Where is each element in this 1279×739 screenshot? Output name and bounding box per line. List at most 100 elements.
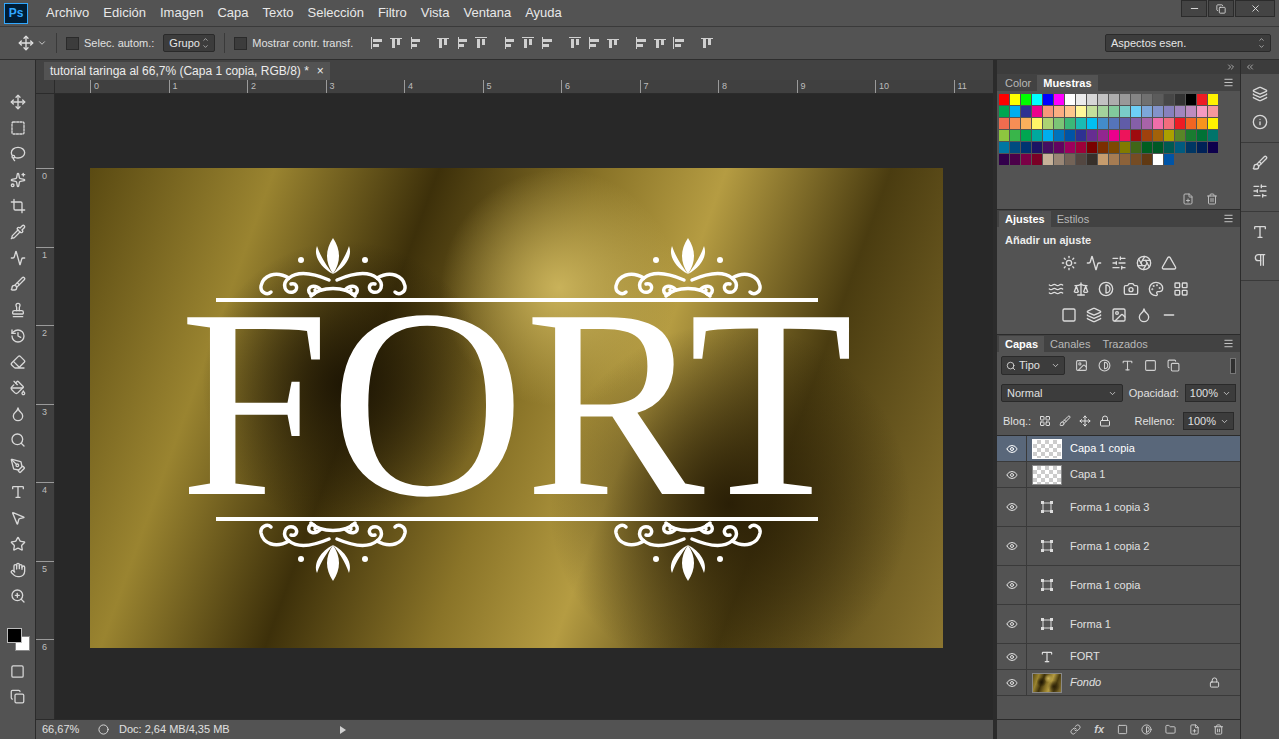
- adjustment-icon[interactable]: [1173, 281, 1189, 297]
- swatch[interactable]: [1120, 130, 1130, 141]
- align-icon[interactable]: [436, 36, 450, 50]
- tool-icon[interactable]: [10, 354, 26, 370]
- tool-icon[interactable]: [10, 458, 26, 474]
- swatch[interactable]: [1087, 154, 1097, 165]
- align-icon[interactable]: [653, 36, 667, 50]
- swatch[interactable]: [1142, 154, 1152, 165]
- swatch[interactable]: [1197, 94, 1207, 105]
- zoom-level[interactable]: 66,67%: [42, 721, 88, 738]
- swatch[interactable]: [1164, 142, 1174, 153]
- swatch[interactable]: [1164, 106, 1174, 117]
- visibility-icon[interactable]: [1006, 443, 1018, 455]
- swatch[interactable]: [1065, 94, 1075, 105]
- dock-icon[interactable]: [1252, 155, 1268, 171]
- tool-icon[interactable]: [10, 224, 26, 240]
- swatch[interactable]: [1076, 142, 1086, 153]
- tool-preset-icon[interactable]: [37, 38, 47, 48]
- swatch[interactable]: [1098, 142, 1108, 153]
- menu-item[interactable]: Imagen: [160, 3, 203, 23]
- align-icon[interactable]: [700, 36, 714, 50]
- swatch[interactable]: [1197, 106, 1207, 117]
- swatch[interactable]: [1010, 154, 1020, 165]
- document-canvas[interactable]: FORT: [90, 168, 943, 648]
- swatch[interactable]: [1186, 130, 1196, 141]
- tool-icon[interactable]: [10, 536, 26, 552]
- swatch[interactable]: [1109, 106, 1119, 117]
- adjustment-icon[interactable]: [1048, 281, 1064, 297]
- tool-icon[interactable]: [10, 250, 26, 266]
- swatch[interactable]: [1043, 154, 1053, 165]
- swatch[interactable]: [1153, 118, 1163, 129]
- menu-item[interactable]: Selección: [308, 3, 364, 23]
- tool-icon[interactable]: [10, 94, 26, 110]
- status-icon[interactable]: [98, 724, 109, 735]
- swatch[interactable]: [1087, 118, 1097, 129]
- swatch[interactable]: [1021, 94, 1031, 105]
- swatch[interactable]: [1120, 142, 1130, 153]
- swatch[interactable]: [1142, 130, 1152, 141]
- swatch[interactable]: [1175, 142, 1185, 153]
- tool-icon[interactable]: [10, 328, 26, 344]
- restore-button[interactable]: [1208, 0, 1234, 17]
- dock-icon[interactable]: [1252, 86, 1268, 102]
- swatch[interactable]: [1109, 130, 1119, 141]
- swatch[interactable]: [1043, 118, 1053, 129]
- document-tab[interactable]: tutorial taringa al 66,7% (Capa 1 copia,…: [44, 62, 330, 80]
- swatch[interactable]: [1032, 130, 1042, 141]
- swatch[interactable]: [999, 106, 1009, 117]
- swatch[interactable]: [1032, 154, 1042, 165]
- swatch[interactable]: [1065, 106, 1075, 117]
- swatch[interactable]: [1043, 94, 1053, 105]
- swatch[interactable]: [1054, 94, 1064, 105]
- swatch[interactable]: [1175, 130, 1185, 141]
- swatch[interactable]: [1120, 154, 1130, 165]
- menu-item[interactable]: Vista: [421, 3, 450, 23]
- panel-menu-icon[interactable]: [1223, 77, 1234, 88]
- swatch[interactable]: [1164, 130, 1174, 141]
- swatch[interactable]: [1131, 118, 1141, 129]
- swatch[interactable]: [1054, 130, 1064, 141]
- layer-row[interactable]: Fondo: [997, 670, 1240, 696]
- filter-icon[interactable]: [1075, 359, 1088, 372]
- tab-close-button[interactable]: ×: [317, 65, 324, 77]
- swatch[interactable]: [1010, 118, 1020, 129]
- swatch[interactable]: [1153, 154, 1163, 165]
- tool-icon[interactable]: [10, 588, 26, 604]
- swatch[interactable]: [1032, 118, 1042, 129]
- filter-toggle[interactable]: [1230, 358, 1236, 374]
- swatch[interactable]: [1208, 94, 1218, 105]
- align-icon[interactable]: [672, 36, 686, 50]
- swatch[interactable]: [1021, 106, 1031, 117]
- new-swatch-icon[interactable]: [1182, 193, 1194, 205]
- align-icon[interactable]: [587, 36, 601, 50]
- swatch[interactable]: [1197, 118, 1207, 129]
- close-button[interactable]: [1235, 0, 1275, 17]
- layer-row[interactable]: Capa 1: [997, 462, 1240, 488]
- menu-item[interactable]: Archivo: [46, 3, 89, 23]
- tool-icon[interactable]: [10, 484, 26, 500]
- swatch[interactable]: [1010, 130, 1020, 141]
- swatch[interactable]: [1076, 154, 1086, 165]
- filter-icon[interactable]: [1121, 359, 1134, 372]
- fx-button[interactable]: fx: [1094, 721, 1104, 738]
- panel-tab[interactable]: Capas: [999, 336, 1044, 353]
- swatch[interactable]: [1109, 142, 1119, 153]
- panel-tab[interactable]: Color: [999, 75, 1037, 92]
- swatch[interactable]: [1054, 106, 1064, 117]
- swatch[interactable]: [1010, 142, 1020, 153]
- opacity-field[interactable]: 100%: [1185, 384, 1236, 403]
- swatch[interactable]: [1076, 130, 1086, 141]
- tool-icon[interactable]: [10, 276, 26, 292]
- tool-icon[interactable]: [10, 172, 26, 188]
- layer-row[interactable]: FORT: [997, 644, 1240, 670]
- align-icon[interactable]: [521, 36, 535, 50]
- adjustment-icon[interactable]: [1061, 307, 1077, 323]
- new-layer-icon[interactable]: [1189, 724, 1200, 735]
- layer-filter[interactable]: Tipo: [1001, 356, 1065, 375]
- visibility-icon[interactable]: [1006, 501, 1018, 513]
- minimize-button[interactable]: [1181, 0, 1207, 17]
- menu-item[interactable]: Filtro: [378, 3, 407, 23]
- tool-icon[interactable]: [10, 406, 26, 422]
- swatch[interactable]: [1208, 106, 1218, 117]
- show-transform-checkbox[interactable]: [234, 37, 247, 50]
